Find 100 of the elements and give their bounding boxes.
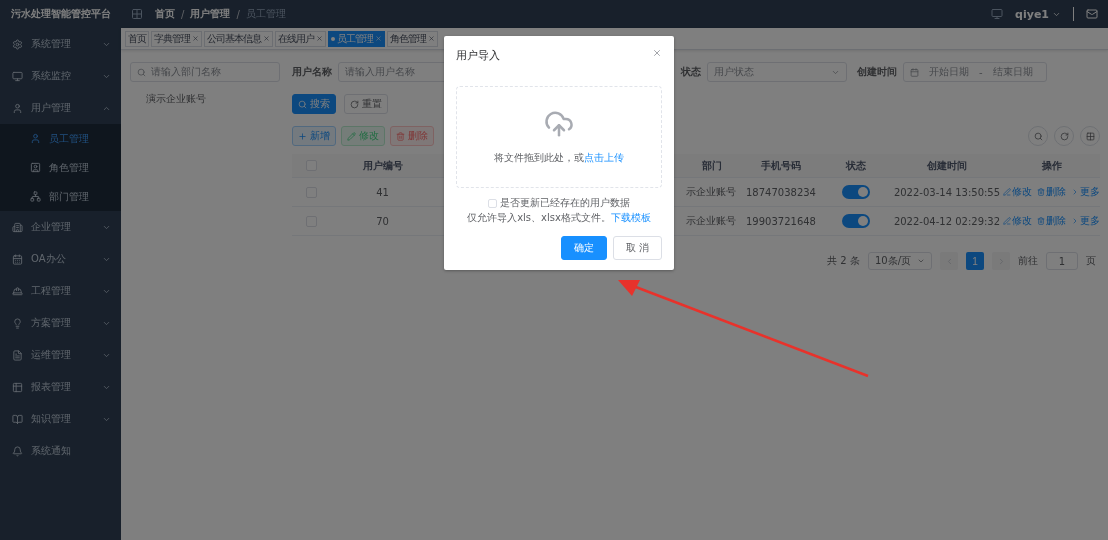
- tab[interactable]: 首页: [125, 30, 149, 47]
- action-link[interactable]: 删除: [1037, 214, 1066, 228]
- column-header: 状态: [844, 158, 867, 173]
- search-icon: [1033, 131, 1043, 141]
- menu-icon[interactable]: [131, 8, 143, 20]
- close-icon[interactable]: [428, 35, 435, 42]
- action-link[interactable]: 更多: [1071, 185, 1100, 199]
- search-toggle-button[interactable]: [1028, 126, 1048, 146]
- close-icon[interactable]: [192, 35, 199, 42]
- tab[interactable]: 公司基本信息: [204, 30, 273, 47]
- breadcrumb-link[interactable]: 首页: [155, 7, 175, 21]
- sidebar-subitem[interactable]: 角色管理: [0, 153, 121, 182]
- refresh-icon: [350, 99, 359, 109]
- upload-instruction: 将文件拖到此处，或点击上传: [494, 151, 624, 165]
- status-toggle[interactable]: [842, 214, 870, 228]
- status-toggle[interactable]: [842, 185, 870, 199]
- filter-label: 用户名称: [292, 65, 332, 79]
- calendar-icon: [12, 253, 23, 265]
- tree-node[interactable]: 演示企业账号: [130, 92, 280, 106]
- sidebar-subitem[interactable]: 员工管理: [0, 124, 121, 153]
- upload-cloud-icon: [544, 109, 574, 139]
- table-cell-text: 70: [375, 215, 390, 227]
- action-link[interactable]: 修改: [1003, 214, 1032, 228]
- dot-icon: [331, 36, 335, 41]
- bulb-icon: [12, 317, 23, 329]
- template-download-link[interactable]: 下载模板: [610, 212, 651, 223]
- monitor-icon[interactable]: [991, 8, 1004, 20]
- sidebar-item[interactable]: OA办公: [0, 243, 121, 275]
- toolbar-button[interactable]: 新增: [292, 126, 336, 146]
- monitor-icon: [12, 70, 23, 82]
- tab[interactable]: 员工管理: [328, 30, 385, 47]
- column-header: 用户编号: [361, 158, 404, 173]
- search-icon: [137, 67, 146, 77]
- search-button[interactable]: 重置: [344, 94, 388, 114]
- pencil-icon: [347, 131, 356, 141]
- trash-icon: [1037, 217, 1045, 225]
- user-icon: [30, 133, 41, 144]
- table-cell-text: 2022-04-12 02:29:32: [892, 215, 1002, 227]
- table-cell-text: 18747038234: [745, 186, 817, 198]
- goto-label: 前往: [1018, 254, 1038, 268]
- building-icon: [12, 221, 23, 233]
- mail-icon[interactable]: [1086, 8, 1098, 20]
- column-header: 操作: [1040, 158, 1063, 173]
- table-cell-text: 示企业账号: [685, 214, 737, 228]
- filter-label: 创建时间: [857, 65, 897, 79]
- document-icon: [12, 349, 23, 361]
- table-icon: [12, 381, 23, 393]
- book-icon: [12, 413, 23, 425]
- pencil-icon: [1003, 217, 1011, 225]
- table-cell-text: 41: [375, 186, 390, 198]
- range-separator: -: [979, 66, 983, 78]
- plus-icon: [298, 131, 307, 141]
- page-input[interactable]: 1: [1046, 252, 1078, 270]
- tab[interactable]: 在线用户: [275, 30, 326, 47]
- table-cell-text: 19903721648: [745, 215, 817, 227]
- breadcrumb-separator: /: [181, 8, 185, 20]
- trash-icon: [396, 131, 405, 141]
- close-icon[interactable]: [263, 35, 270, 42]
- update-checkbox[interactable]: 是否更新已经存在的用户数据: [488, 196, 630, 210]
- column-header: 创建时间: [926, 158, 968, 173]
- filter-label: 状态: [681, 65, 701, 79]
- dialog-title: 用户导入: [456, 48, 500, 63]
- id-card-icon: [30, 162, 41, 173]
- action-link[interactable]: 删除: [1037, 185, 1066, 199]
- breadcrumb-link[interactable]: 用户管理: [190, 7, 231, 21]
- table-cell-text: 2022-03-14 13:50:55: [892, 186, 1002, 198]
- hierarchy-icon: [30, 191, 41, 202]
- sidebar-subitem[interactable]: 部门管理: [0, 182, 121, 211]
- pencil-icon: [1003, 188, 1011, 196]
- breadcrumb-separator: /: [236, 8, 240, 20]
- tab[interactable]: 角色管理: [387, 30, 438, 47]
- chevron-right-icon: [1071, 188, 1079, 196]
- upload-link[interactable]: 点击上传: [584, 152, 624, 163]
- page-suffix: 页: [1086, 254, 1096, 268]
- upload-dropzone[interactable]: 将文件拖到此处，或点击上传: [456, 86, 662, 188]
- page-button[interactable]: 1: [966, 252, 984, 270]
- chevron-right-icon: [1071, 217, 1079, 225]
- calendar-icon: [910, 67, 919, 77]
- hard-hat-icon: [12, 285, 23, 297]
- dialog-button[interactable]: 取 消: [612, 236, 662, 260]
- close-icon[interactable]: [652, 48, 662, 58]
- search-icon: [298, 99, 307, 109]
- total-count: 共 2 条: [827, 254, 860, 268]
- close-icon[interactable]: [316, 35, 323, 42]
- file-hint: 仅允许导入xls、xlsx格式文件。下载模板: [467, 211, 651, 225]
- action-link[interactable]: 更多: [1071, 214, 1100, 228]
- refresh-button[interactable]: [1054, 126, 1074, 146]
- trash-icon: [1037, 188, 1045, 196]
- dialog-button[interactable]: 确定: [560, 236, 607, 260]
- action-link[interactable]: 修改: [1003, 185, 1032, 199]
- refresh-icon: [1059, 131, 1069, 141]
- bell-icon: [12, 445, 23, 457]
- page-size-select[interactable]: 10条/页: [867, 252, 932, 270]
- search-button[interactable]: 搜索: [292, 94, 336, 114]
- column-header: 手机号码: [760, 158, 802, 173]
- column-header: 部门: [701, 158, 723, 173]
- table-cell-text: 示企业账号: [685, 185, 737, 199]
- columns-button[interactable]: [1080, 126, 1100, 146]
- tab[interactable]: 字典管理: [151, 30, 202, 47]
- user-name[interactable]: qiye1: [1015, 7, 1049, 21]
